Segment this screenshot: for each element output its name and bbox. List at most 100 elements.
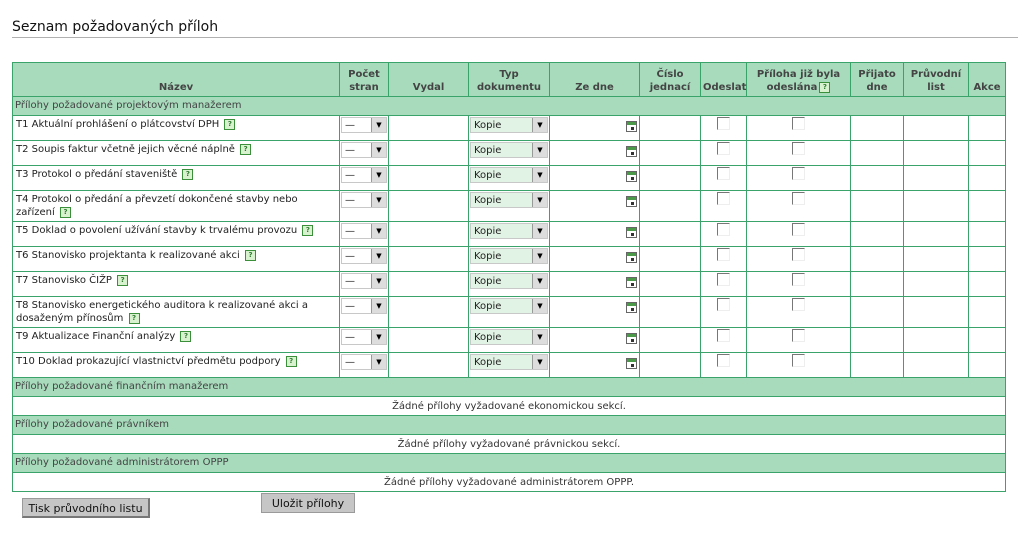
doctype-select[interactable]: Kopie ▼ — [470, 354, 548, 370]
doctype-select[interactable]: Kopie ▼ — [470, 117, 548, 133]
help-icon[interactable]: ? — [117, 274, 129, 286]
help-icon[interactable]: ? — [285, 355, 297, 367]
calendar-icon[interactable] — [626, 277, 637, 288]
date-cell[interactable] — [549, 140, 640, 166]
send-cell — [700, 221, 747, 247]
doctype-select[interactable]: Kopie ▼ — [470, 192, 548, 208]
date-cell[interactable] — [549, 115, 640, 141]
reference-number-cell[interactable] — [639, 296, 701, 328]
doctype-select[interactable]: Kopie ▼ — [470, 142, 548, 158]
already-sent-checkbox[interactable] — [792, 329, 805, 342]
send-checkbox[interactable] — [717, 248, 730, 261]
pages-select[interactable]: — ▼ — [341, 273, 387, 289]
date-cell[interactable] — [549, 327, 640, 353]
save-attachments-button[interactable]: Uložit přílohy — [261, 493, 355, 513]
help-icon[interactable]: ? — [59, 206, 71, 218]
issued-cell[interactable] — [388, 165, 469, 191]
already-sent-checkbox[interactable] — [792, 248, 805, 261]
already-sent-checkbox[interactable] — [792, 298, 805, 311]
issued-cell[interactable] — [388, 115, 469, 141]
send-checkbox[interactable] — [717, 223, 730, 236]
doctype-select[interactable]: Kopie ▼ — [470, 273, 548, 289]
already-sent-checkbox[interactable] — [792, 192, 805, 205]
help-icon[interactable]: ? — [819, 81, 831, 93]
cover-letter-cell — [903, 221, 969, 247]
already-sent-checkbox[interactable] — [792, 354, 805, 367]
reference-number-cell[interactable] — [639, 140, 701, 166]
actions-cell — [968, 115, 1006, 141]
pages-select[interactable]: — ▼ — [341, 248, 387, 264]
date-cell[interactable] — [549, 190, 640, 222]
pages-select[interactable]: — ▼ — [341, 298, 387, 314]
reference-number-cell[interactable] — [639, 221, 701, 247]
pages-select[interactable]: — ▼ — [341, 223, 387, 239]
calendar-icon[interactable] — [626, 171, 637, 182]
send-checkbox[interactable] — [717, 117, 730, 130]
already-sent-checkbox[interactable] — [792, 167, 805, 180]
send-checkbox[interactable] — [717, 298, 730, 311]
table-header-row: Název Počet stran Vydal Typ dokumentu Ze… — [12, 62, 1006, 97]
help-icon[interactable]: ? — [302, 224, 314, 236]
pages-select[interactable]: — ▼ — [341, 329, 387, 345]
reference-number-cell[interactable] — [639, 327, 701, 353]
issued-cell[interactable] — [388, 140, 469, 166]
received-date-cell — [850, 190, 904, 222]
issued-cell[interactable] — [388, 190, 469, 222]
send-checkbox[interactable] — [717, 167, 730, 180]
doctype-select[interactable]: Kopie ▼ — [470, 167, 548, 183]
calendar-icon[interactable] — [626, 146, 637, 157]
issued-cell[interactable] — [388, 296, 469, 328]
print-cover-letter-button[interactable]: Tisk průvodního listu — [22, 498, 150, 518]
pages-select[interactable]: — ▼ — [341, 142, 387, 158]
issued-cell[interactable] — [388, 352, 469, 378]
calendar-icon[interactable] — [626, 358, 637, 369]
pages-select[interactable]: — ▼ — [341, 117, 387, 133]
date-cell[interactable] — [549, 352, 640, 378]
calendar-icon[interactable] — [626, 252, 637, 263]
date-cell[interactable] — [549, 271, 640, 297]
help-icon[interactable]: ? — [180, 330, 192, 342]
issued-cell[interactable] — [388, 271, 469, 297]
calendar-icon[interactable] — [626, 302, 637, 313]
reference-number-cell[interactable] — [639, 115, 701, 141]
date-cell[interactable] — [549, 246, 640, 272]
calendar-icon[interactable] — [626, 121, 637, 132]
received-date-cell — [850, 246, 904, 272]
help-icon[interactable]: ? — [182, 168, 194, 180]
send-checkbox[interactable] — [717, 273, 730, 286]
help-icon[interactable]: ? — [128, 312, 140, 324]
calendar-icon[interactable] — [626, 196, 637, 207]
help-icon[interactable]: ? — [224, 118, 236, 130]
doctype-select[interactable]: Kopie ▼ — [470, 329, 548, 345]
send-checkbox[interactable] — [717, 354, 730, 367]
pages-select[interactable]: — ▼ — [341, 192, 387, 208]
help-icon[interactable]: ? — [240, 143, 252, 155]
send-checkbox[interactable] — [717, 329, 730, 342]
date-cell[interactable] — [549, 221, 640, 247]
doctype-select[interactable]: Kopie ▼ — [470, 223, 548, 239]
date-cell[interactable] — [549, 296, 640, 328]
date-cell[interactable] — [549, 165, 640, 191]
issued-cell[interactable] — [388, 221, 469, 247]
already-sent-checkbox[interactable] — [792, 142, 805, 155]
calendar-icon[interactable] — [626, 227, 637, 238]
doctype-select[interactable]: Kopie ▼ — [470, 298, 548, 314]
already-sent-checkbox[interactable] — [792, 273, 805, 286]
pages-select[interactable]: — ▼ — [341, 167, 387, 183]
reference-number-cell[interactable] — [639, 352, 701, 378]
issued-cell[interactable] — [388, 327, 469, 353]
already-sent-checkbox[interactable] — [792, 117, 805, 130]
send-checkbox[interactable] — [717, 142, 730, 155]
reference-number-cell[interactable] — [639, 165, 701, 191]
already-sent-checkbox[interactable] — [792, 223, 805, 236]
send-checkbox[interactable] — [717, 192, 730, 205]
attachment-name-cell: T3 Protokol o předání staveniště ? — [12, 165, 340, 191]
issued-cell[interactable] — [388, 246, 469, 272]
doctype-select[interactable]: Kopie ▼ — [470, 248, 548, 264]
pages-select[interactable]: — ▼ — [341, 354, 387, 370]
reference-number-cell[interactable] — [639, 246, 701, 272]
help-icon[interactable]: ? — [245, 249, 256, 261]
calendar-icon[interactable] — [626, 333, 637, 344]
reference-number-cell[interactable] — [639, 190, 701, 222]
reference-number-cell[interactable] — [639, 271, 701, 297]
